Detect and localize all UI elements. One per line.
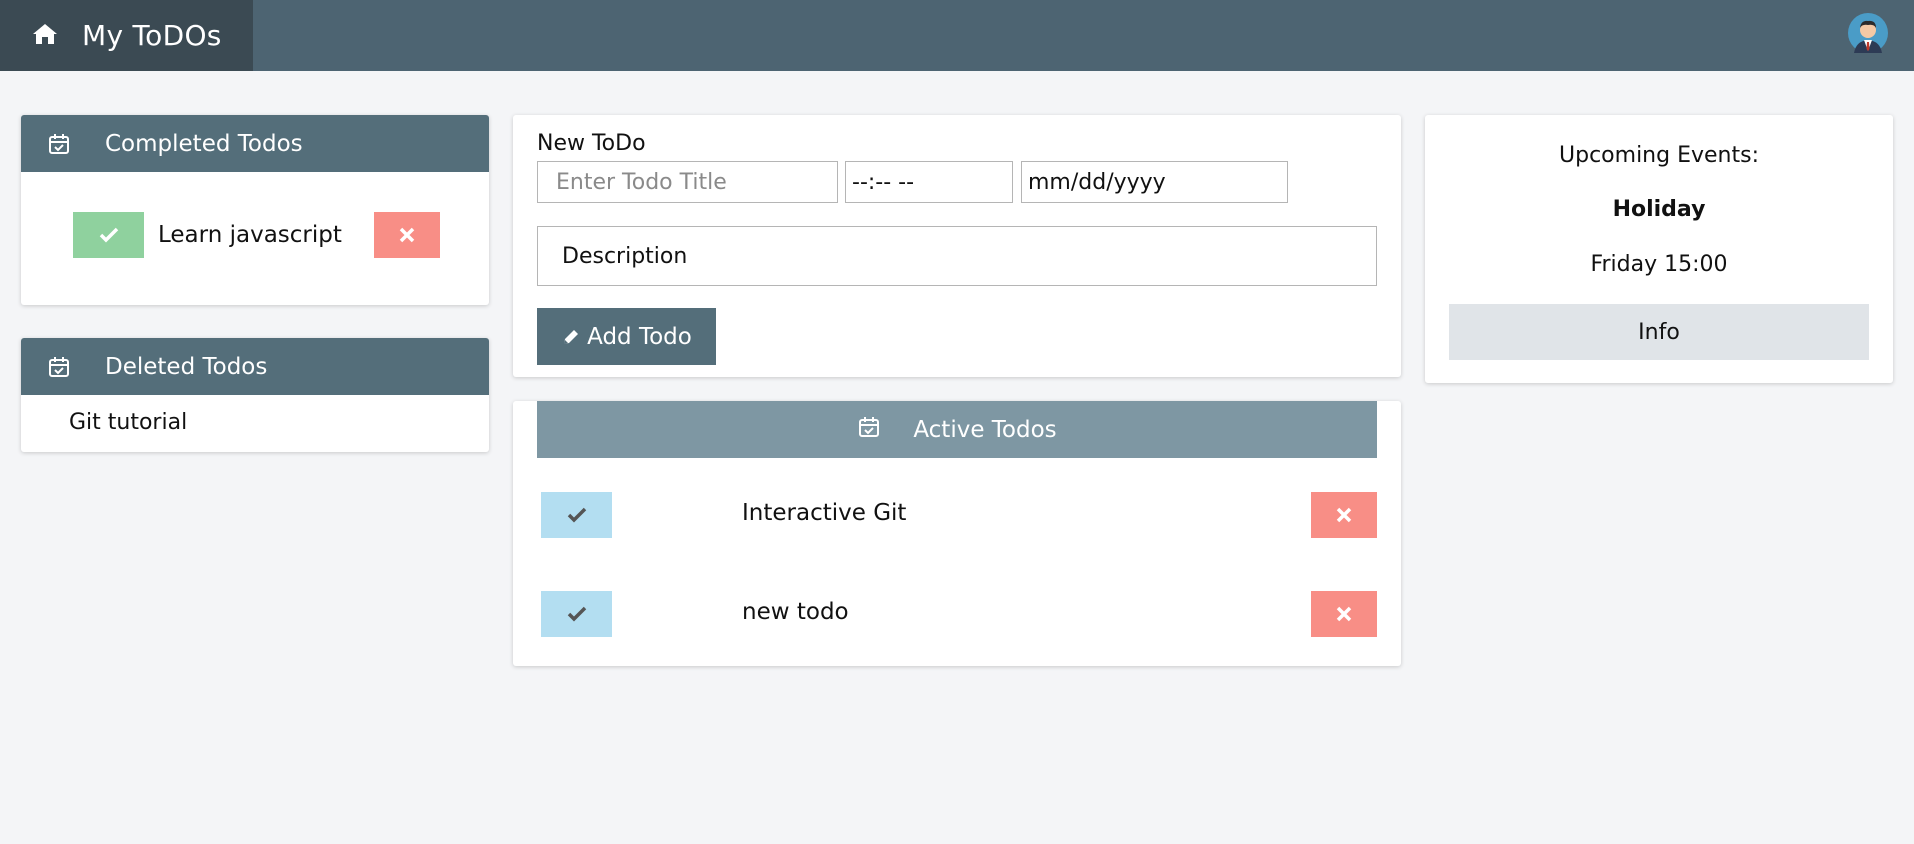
check-icon (99, 227, 118, 243)
event-name: Holiday (1612, 197, 1706, 222)
event-time: Friday 15:00 (1590, 252, 1728, 277)
add-todo-label: Add Todo (587, 323, 692, 350)
delete-completed-button[interactable] (373, 212, 440, 258)
close-icon (399, 227, 415, 243)
home-link[interactable]: My ToDOs (0, 0, 253, 71)
add-todo-button[interactable]: Add Todo (537, 308, 716, 365)
todo-description-input[interactable]: Description (537, 226, 1377, 286)
complete-todo-button[interactable] (541, 591, 612, 637)
delete-todo-button[interactable] (1311, 492, 1377, 538)
deleted-todos-title: Deleted Todos (105, 353, 268, 380)
top-navbar: My ToDOs (0, 0, 1914, 71)
active-todo-item: Interactive Git (541, 492, 1377, 538)
completed-todos-header: Completed Todos (21, 115, 489, 172)
active-todos-title: Active Todos (913, 416, 1057, 443)
info-button[interactable]: Info (1449, 304, 1869, 360)
completed-todos-title: Completed Todos (105, 130, 303, 157)
deleted-todos-header: Deleted Todos (21, 338, 489, 395)
user-avatar-icon[interactable] (1848, 13, 1888, 53)
todo-date-input[interactable] (1021, 161, 1288, 203)
calendar-check-icon (47, 132, 71, 156)
calendar-check-icon (857, 415, 881, 445)
delete-todo-button[interactable] (1311, 591, 1377, 637)
home-icon (32, 23, 58, 49)
upcoming-events-card: Upcoming Events: Holiday Friday 15:00 In… (1425, 115, 1893, 383)
complete-check-button[interactable] (73, 212, 144, 258)
calendar-check-icon (47, 355, 71, 379)
todo-title-input[interactable] (537, 161, 838, 203)
new-todo-heading: New ToDo (537, 131, 646, 156)
description-placeholder: Description (562, 243, 688, 269)
complete-todo-button[interactable] (541, 492, 612, 538)
completed-todo-label: Learn javascript (158, 222, 342, 248)
check-icon (567, 606, 586, 622)
deleted-todos-card: Deleted Todos Git tutorial (21, 338, 489, 452)
active-todo-label: Interactive Git (742, 500, 907, 526)
close-icon (1336, 606, 1352, 622)
completed-todos-card: Completed Todos Learn javascript (21, 115, 489, 305)
deleted-todo-item: Git tutorial (69, 410, 188, 435)
active-todo-label: new todo (742, 599, 849, 625)
new-todo-card: New ToDo Description Add Todo (513, 115, 1401, 377)
active-todos-card: Active Todos Interactive Git new todo (513, 401, 1401, 666)
check-icon (567, 507, 586, 523)
completed-todo-item: Learn javascript (73, 212, 440, 258)
pencil-icon (564, 329, 579, 344)
active-todo-item: new todo (541, 591, 1377, 637)
todo-time-input[interactable] (845, 161, 1013, 203)
app-title: My ToDOs (82, 19, 222, 52)
close-icon (1336, 507, 1352, 523)
upcoming-events-title: Upcoming Events: (1559, 143, 1759, 168)
active-todos-header: Active Todos (537, 401, 1377, 458)
